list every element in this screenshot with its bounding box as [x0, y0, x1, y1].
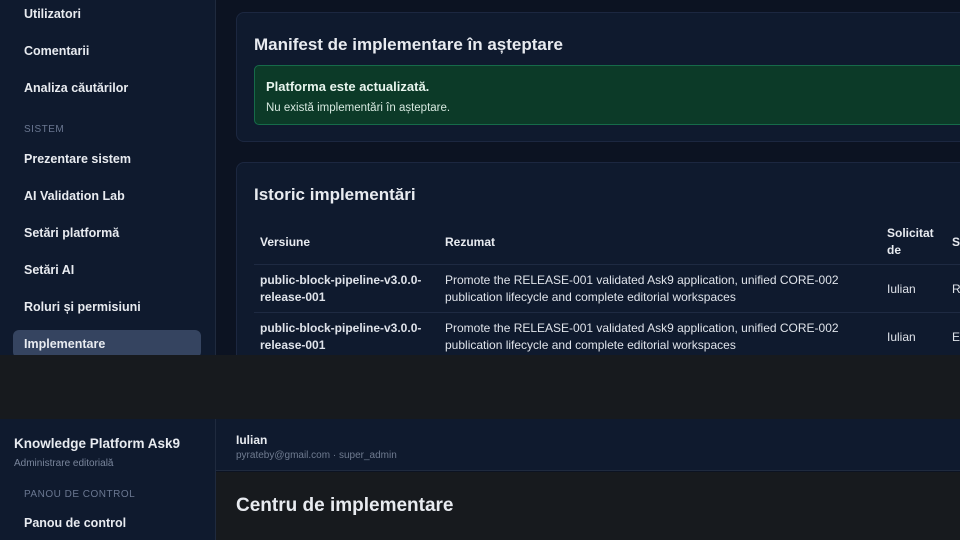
- main-content: Manifest de implementare în așteptare Pl…: [216, 0, 960, 355]
- alert-text: Nu există implementări în așteptare.: [266, 102, 451, 114]
- sidebar-item-ai-settings[interactable]: Setări AI: [13, 256, 201, 284]
- sidebar-item-deployment[interactable]: Implementare: [13, 330, 201, 355]
- user-name: Iulian: [236, 433, 268, 447]
- row-requested-by: Iulian: [887, 282, 916, 296]
- top-pane: Utilizatori Comentarii Analiza căutărilo…: [0, 0, 960, 355]
- alert-title: Platforma este actualizată.: [266, 79, 430, 94]
- sidebar-item-platform-settings[interactable]: Setări platformă: [13, 219, 201, 247]
- column-header-summary[interactable]: Rezumat: [445, 234, 495, 251]
- sidebar-item-roles-permissions[interactable]: Roluri și permisiuni: [13, 293, 201, 321]
- sidebar-item-users[interactable]: Utilizatori: [13, 0, 201, 28]
- sidebar-item-comments[interactable]: Comentarii: [13, 37, 201, 65]
- row-version: public-block-pipeline-v3.0.0-release-001: [260, 321, 422, 352]
- main-header-area: Iulian pyrateby@gmail.com · super_admin …: [216, 419, 960, 540]
- user-bar: Iulian pyrateby@gmail.com · super_admin: [216, 419, 960, 471]
- sidebar-item-system-overview[interactable]: Prezentare sistem: [13, 145, 201, 173]
- sidebar-item-control-panel[interactable]: Panou de control: [13, 509, 201, 537]
- brand-title[interactable]: Knowledge Platform Ask9: [14, 436, 180, 451]
- row-requested-by: Iulian: [887, 330, 916, 344]
- column-header-version[interactable]: Versiune: [260, 234, 310, 251]
- column-header-status[interactable]: St: [952, 234, 960, 251]
- row-divider: [254, 264, 960, 265]
- sidebar-top: Knowledge Platform Ask9 Administrare edi…: [0, 419, 216, 540]
- row-summary: Promote the RELEASE-001 validated Ask9 a…: [445, 321, 839, 352]
- pending-manifest-card: Manifest de implementare în așteptare Pl…: [236, 12, 960, 142]
- sidebar-section-control-panel: PANOU DE CONTROL: [24, 489, 136, 500]
- sidebar-item-search-analytics[interactable]: Analiza căutărilor: [13, 74, 201, 102]
- pending-manifest-title: Manifest de implementare în așteptare: [254, 35, 563, 54]
- brand-subtitle: Administrare editorială: [14, 458, 114, 469]
- bottom-pane: Knowledge Platform Ask9 Administrare edi…: [0, 419, 960, 540]
- row-version: public-block-pipeline-v3.0.0-release-001: [260, 273, 422, 304]
- column-header-requested-by[interactable]: Solicitat de: [887, 225, 939, 259]
- up-to-date-alert: Platforma este actualizată. Nu există im…: [254, 65, 960, 125]
- row-divider: [254, 312, 960, 313]
- history-title: Istoric implementări: [254, 185, 416, 204]
- sidebar-item-ai-validation-lab[interactable]: AI Validation Lab: [13, 182, 201, 210]
- row-summary: Promote the RELEASE-001 validated Ask9 a…: [445, 273, 839, 304]
- sidebar: Utilizatori Comentarii Analiza căutărilo…: [0, 0, 216, 355]
- user-meta: pyrateby@gmail.com · super_admin: [236, 450, 397, 461]
- page-title: Centru de implementare: [236, 495, 454, 516]
- row-status: Es: [952, 330, 960, 344]
- sidebar-section-system: SISTEM: [24, 124, 65, 135]
- row-status: R: [952, 282, 960, 296]
- history-card: Istoric implementări Versiune Rezumat So…: [236, 162, 960, 355]
